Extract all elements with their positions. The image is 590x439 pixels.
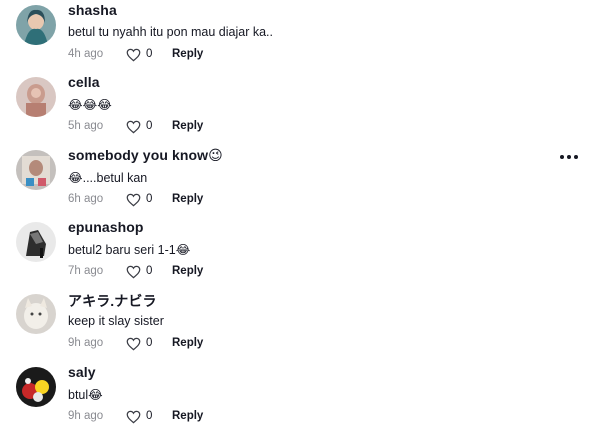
comment-meta: 9h ago 0 Reply: [68, 336, 368, 352]
like-count: 0: [146, 410, 153, 422]
comment-username[interactable]: shasha: [68, 2, 117, 18]
reply-button[interactable]: Reply: [172, 48, 203, 60]
comment-item: somebody you know😉 😂....betul kan 6h ago…: [0, 147, 590, 222]
like-count: 0: [146, 48, 153, 60]
like-count: 0: [146, 120, 153, 132]
comment-meta: 4h ago 0 Reply: [68, 47, 368, 63]
comment-item: shasha betul tu nyahh itu pon mau diajar…: [0, 2, 590, 77]
comment-username[interactable]: saly: [68, 364, 96, 380]
comment-username[interactable]: somebody you know😉: [68, 147, 223, 164]
heart-outline-icon: [126, 265, 141, 279]
comment-meta: 6h ago 0 Reply: [68, 192, 368, 208]
comment-text: btul😂: [68, 388, 103, 402]
comment-text: betul2 baru seri 1-1😂: [68, 243, 191, 257]
comment-time: 6h ago: [68, 193, 104, 205]
comment-item: epunashop betul2 baru seri 1-1😂 7h ago 0…: [0, 219, 590, 294]
comment-username[interactable]: epunashop: [68, 219, 144, 235]
comment-time: 4h ago: [68, 48, 104, 60]
comment-username[interactable]: アキラ.ナビラ: [68, 291, 157, 311]
reply-button[interactable]: Reply: [172, 265, 203, 277]
avatar[interactable]: [16, 150, 56, 190]
comment-meta: 9h ago 0 Reply: [68, 409, 368, 425]
heart-outline-icon: [126, 48, 141, 62]
reply-button[interactable]: Reply: [172, 410, 203, 422]
avatar[interactable]: [16, 5, 56, 45]
comment-item: アキラ.ナビラ keep it slay sister 9h ago 0 Rep…: [0, 291, 590, 366]
comment-time: 5h ago: [68, 120, 104, 132]
comment-text: keep it slay sister: [68, 314, 164, 328]
comment-text: 😂😂😂: [68, 98, 112, 112]
heart-outline-icon: [126, 193, 141, 207]
comment-text: betul tu nyahh itu pon mau diajar ka..: [68, 25, 273, 39]
like-count: 0: [146, 193, 153, 205]
avatar[interactable]: [16, 77, 56, 117]
heart-outline-icon: [126, 337, 141, 351]
comment-item: saly btul😂 9h ago 0 Reply: [0, 364, 590, 439]
comment-meta: 5h ago 0 Reply: [68, 119, 368, 135]
comment-meta: 7h ago 0 Reply: [68, 264, 368, 280]
reply-button[interactable]: Reply: [172, 120, 203, 132]
comment-username[interactable]: cella: [68, 74, 100, 90]
comment-time: 7h ago: [68, 265, 104, 277]
avatar[interactable]: [16, 294, 56, 334]
comment-time: 9h ago: [68, 410, 104, 422]
heart-outline-icon: [126, 120, 141, 134]
like-count: 0: [146, 265, 153, 277]
comment-text: 😂....betul kan: [68, 171, 148, 185]
like-count: 0: [146, 337, 153, 349]
reply-button[interactable]: Reply: [172, 337, 203, 349]
avatar[interactable]: [16, 222, 56, 262]
comment-item: cella 😂😂😂 5h ago 0 Reply: [0, 74, 590, 149]
comment-time: 9h ago: [68, 337, 104, 349]
heart-outline-icon: [126, 410, 141, 424]
more-options-icon[interactable]: [558, 150, 580, 164]
reply-button[interactable]: Reply: [172, 193, 203, 205]
avatar[interactable]: [16, 367, 56, 407]
